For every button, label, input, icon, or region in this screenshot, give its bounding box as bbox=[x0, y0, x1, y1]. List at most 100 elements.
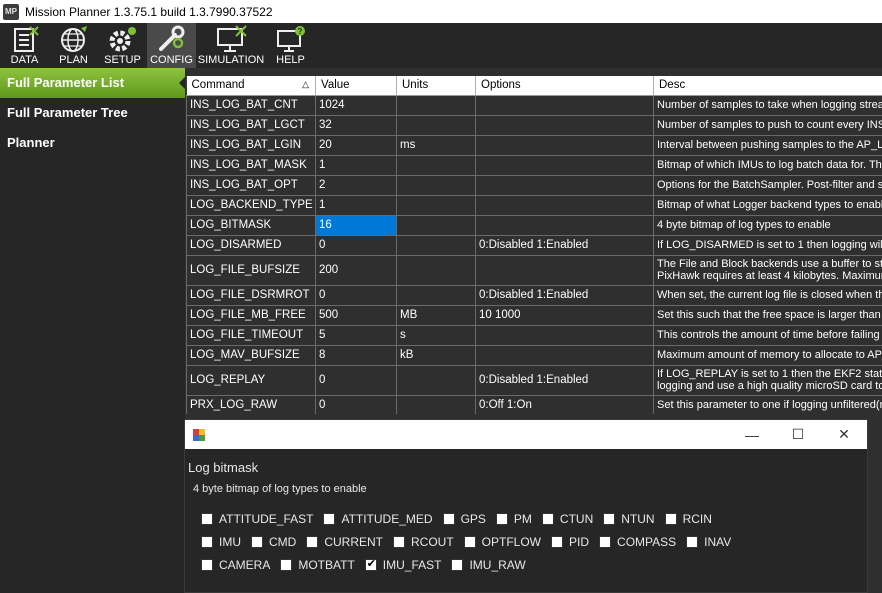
checkbox-box[interactable] bbox=[201, 536, 213, 548]
checkbox-optflow[interactable]: OPTFLOW bbox=[463, 535, 541, 549]
menu-help[interactable]: ? HELP bbox=[266, 23, 315, 68]
checkbox-box[interactable] bbox=[686, 536, 699, 548]
minimize-button[interactable]: — bbox=[729, 420, 775, 449]
table-row[interactable]: LOG_FILE_TIMEOUT 5 s This controls the a… bbox=[186, 324, 882, 346]
cell-value[interactable]: 0 bbox=[315, 284, 397, 306]
checkbox-compass[interactable]: COMPASS bbox=[599, 535, 676, 549]
table-row-selected[interactable]: LOG_BITMASK 16 4 byte bitmap of log type… bbox=[186, 214, 882, 236]
checkbox-attitude-med[interactable]: ATTITUDE_MED bbox=[323, 512, 433, 526]
sidebar-item-full-parameter-tree[interactable]: Full Parameter Tree bbox=[0, 98, 185, 128]
checkbox-box[interactable] bbox=[551, 536, 564, 548]
table-row[interactable]: LOG_FILE_BUFSIZE 200 The File and Block … bbox=[186, 254, 882, 286]
table-row[interactable]: INS_LOG_BAT_OPT 2 Options for the BatchS… bbox=[186, 174, 882, 196]
cell-value[interactable]: 0 bbox=[315, 394, 397, 414]
parameter-grid[interactable]: Command △ Value Units Options Desc INS_LO… bbox=[186, 76, 882, 414]
cell-value[interactable]: 2 bbox=[315, 174, 397, 196]
checkbox-box[interactable] bbox=[393, 536, 405, 548]
checkbox-box[interactable] bbox=[495, 513, 508, 525]
checkbox-ctun[interactable]: CTUN bbox=[541, 512, 593, 526]
cell-desc-line: logging and use a high quality microSD c… bbox=[657, 380, 882, 392]
cell-value-selected[interactable]: 16 bbox=[315, 214, 397, 236]
checkbox-box[interactable] bbox=[599, 536, 612, 548]
table-row[interactable]: LOG_MAV_BUFSIZE 8 kB Maximum amount of m… bbox=[186, 344, 882, 366]
table-row[interactable]: LOG_DISARMED 0 0:Disabled 1:Enabled If L… bbox=[186, 234, 882, 256]
checkbox-rcout[interactable]: RCOUT bbox=[393, 535, 454, 549]
checkbox-label: IMU_FAST bbox=[382, 558, 442, 572]
cell-value[interactable]: 0 bbox=[315, 234, 397, 256]
sidebar-item-full-parameter-list[interactable]: Full Parameter List bbox=[0, 68, 186, 98]
cell-value[interactable]: 20 bbox=[315, 134, 397, 156]
cell-value[interactable]: 5 bbox=[315, 324, 397, 346]
cell-options bbox=[475, 134, 654, 156]
cell-value[interactable]: 200 bbox=[315, 254, 397, 286]
close-button[interactable]: ✕ bbox=[821, 420, 867, 449]
checkbox-box[interactable] bbox=[323, 513, 336, 525]
menu-setup[interactable]: SETUP bbox=[98, 23, 147, 68]
checkbox-gps[interactable]: GPS bbox=[442, 512, 486, 526]
menu-plan[interactable]: PLAN bbox=[49, 23, 98, 68]
dialog-titlebar[interactable]: — ☐ ✕ bbox=[185, 420, 867, 449]
cell-units bbox=[396, 284, 476, 306]
sidebar-item-planner[interactable]: Planner bbox=[0, 128, 185, 158]
menu-help-label: HELP bbox=[276, 54, 305, 66]
cell-value[interactable]: 1 bbox=[315, 154, 397, 176]
cell-value[interactable]: 8 bbox=[315, 344, 397, 366]
table-row[interactable]: INS_LOG_BAT_CNT 1024 Number of samples t… bbox=[186, 94, 882, 116]
checkbox-attitude-fast[interactable]: ATTITUDE_FAST bbox=[201, 512, 313, 526]
table-row[interactable]: INS_LOG_BAT_MASK 1 Bitmap of which IMUs … bbox=[186, 154, 882, 176]
column-header-desc[interactable]: Desc bbox=[653, 76, 882, 96]
table-row[interactable]: INS_LOG_BAT_LGCT 32 Number of samples to… bbox=[186, 114, 882, 136]
menu-simulation[interactable]: SIMULATION bbox=[196, 23, 266, 68]
menu-data[interactable]: DATA bbox=[0, 23, 49, 68]
checkbox-box[interactable] bbox=[280, 559, 293, 571]
checkbox-box[interactable] bbox=[603, 513, 616, 525]
checkbox-box[interactable] bbox=[201, 559, 213, 571]
checkbox-row: CAMERA MOTBATT IMU_FAST IMU_RAW bbox=[201, 557, 536, 572]
checkbox-camera[interactable]: CAMERA bbox=[201, 558, 270, 572]
checkbox-box[interactable] bbox=[463, 536, 476, 548]
checkbox-ntun[interactable]: NTUN bbox=[603, 512, 655, 526]
checkbox-imu-fast[interactable]: IMU_FAST bbox=[364, 557, 442, 572]
checkbox-box[interactable] bbox=[541, 513, 554, 525]
checkbox-inav[interactable]: INAV bbox=[686, 535, 731, 549]
table-row[interactable]: LOG_FILE_DSRMROT 0 0:Disabled 1:Enabled … bbox=[186, 284, 882, 306]
checkbox-box-checked[interactable] bbox=[364, 557, 377, 571]
cell-value[interactable]: 500 bbox=[315, 304, 397, 326]
cell-desc: Bitmap of which IMUs to log batch data f… bbox=[653, 154, 882, 176]
menu-config[interactable]: CONFIG bbox=[147, 23, 196, 68]
checkbox-box[interactable] bbox=[664, 513, 677, 525]
checkbox-imu-raw[interactable]: IMU_RAW bbox=[451, 558, 526, 572]
column-header-units[interactable]: Units bbox=[396, 76, 476, 96]
cell-value[interactable]: 1 bbox=[315, 194, 397, 216]
cell-units bbox=[396, 234, 476, 256]
checkbox-label: PM bbox=[513, 512, 532, 526]
checkbox-motbatt[interactable]: MOTBATT bbox=[280, 558, 355, 572]
column-header-value[interactable]: Value bbox=[315, 76, 397, 96]
checkbox-current[interactable]: CURRENT bbox=[306, 535, 383, 549]
checkbox-box[interactable] bbox=[442, 513, 455, 525]
table-row[interactable]: INS_LOG_BAT_LGIN 20 ms Interval between … bbox=[186, 134, 882, 156]
checkbox-rcin[interactable]: RCIN bbox=[664, 512, 712, 526]
checkbox-pid[interactable]: PID bbox=[551, 535, 589, 549]
checkbox-imu[interactable]: IMU bbox=[201, 535, 241, 549]
checkbox-box[interactable] bbox=[251, 536, 263, 548]
cell-units: MB bbox=[396, 304, 476, 326]
checkbox-box[interactable] bbox=[201, 513, 213, 525]
table-row[interactable]: LOG_REPLAY 0 0:Disabled 1:Enabled If LOG… bbox=[186, 364, 882, 396]
maximize-button[interactable]: ☐ bbox=[775, 420, 821, 449]
checkbox-cmd[interactable]: CMD bbox=[251, 535, 296, 549]
table-row[interactable]: LOG_BACKEND_TYPE 1 Bitmap of what Logger… bbox=[186, 194, 882, 216]
checkbox-box[interactable] bbox=[306, 536, 319, 548]
column-header-command[interactable]: Command △ bbox=[186, 76, 316, 96]
config-sidebar: Full Parameter List Full Parameter Tree … bbox=[0, 68, 186, 593]
table-row[interactable]: PRX_LOG_RAW 0 0:Off 1:On Set this parame… bbox=[186, 394, 882, 414]
checkbox-label: PID bbox=[569, 535, 590, 549]
cell-value[interactable]: 1024 bbox=[315, 94, 397, 116]
cell-value[interactable]: 32 bbox=[315, 114, 397, 136]
table-row[interactable]: LOG_FILE_MB_FREE 500 MB 10 1000 Set this… bbox=[186, 304, 882, 326]
cell-command: LOG_FILE_MB_FREE bbox=[186, 304, 316, 326]
checkbox-pm[interactable]: PM bbox=[495, 512, 532, 526]
column-header-options[interactable]: Options bbox=[475, 76, 654, 96]
cell-value[interactable]: 0 bbox=[315, 364, 397, 396]
checkbox-box[interactable] bbox=[451, 559, 464, 571]
